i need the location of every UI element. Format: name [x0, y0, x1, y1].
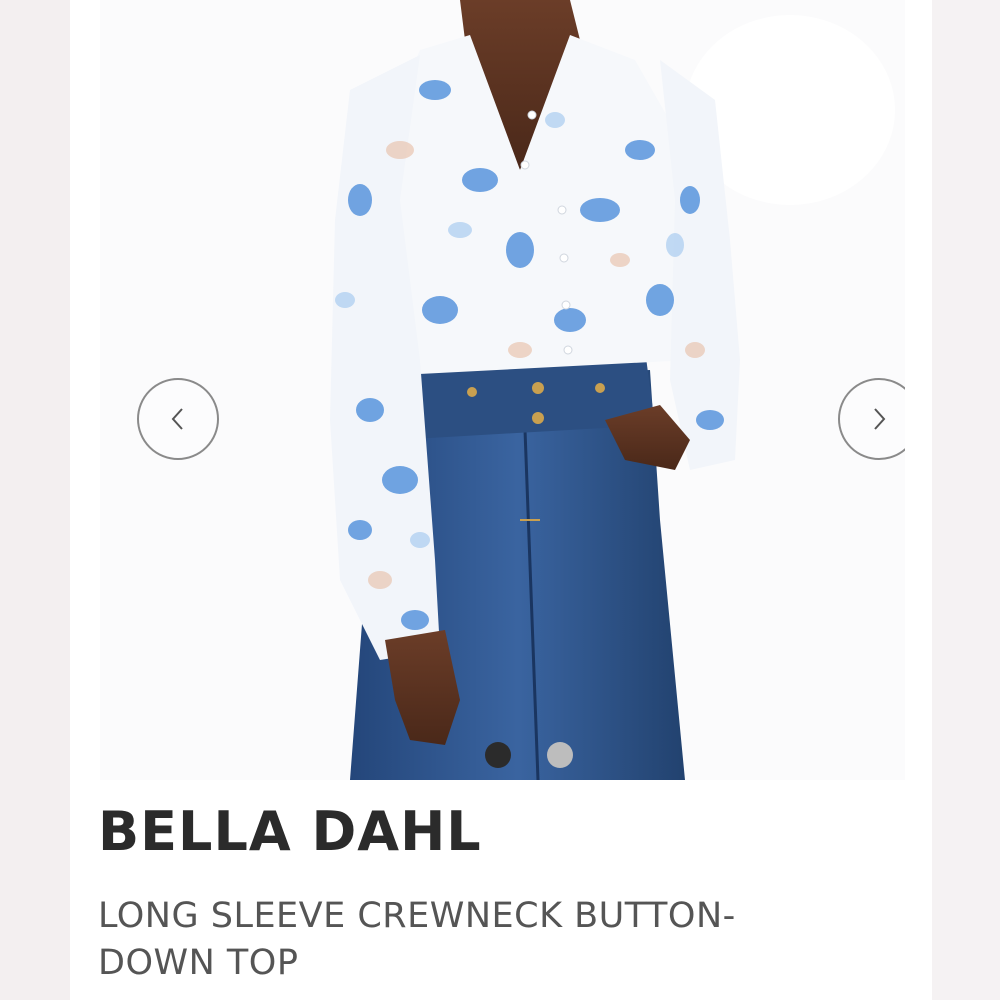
pagination-dot[interactable]	[547, 742, 573, 768]
previous-image-button[interactable]	[137, 378, 219, 460]
left-edge	[0, 0, 72, 1000]
brand-name: BELLA DAHL	[98, 800, 482, 863]
chevron-left-icon	[171, 408, 183, 430]
product-title: LONG SLEEVE CREWNECK BUTTON-DOWN TOP	[98, 896, 736, 983]
product-image-gallery[interactable]	[100, 0, 905, 780]
chevron-right-icon	[874, 408, 886, 430]
pagination-dot-active[interactable]	[485, 742, 511, 768]
product-photo	[100, 0, 905, 780]
right-edge	[930, 0, 1000, 1000]
product-card: BELLA DAHL LONG SLEEVE CREWNECK BUTTON-D…	[70, 0, 932, 1000]
carousel-pagination	[485, 742, 605, 770]
